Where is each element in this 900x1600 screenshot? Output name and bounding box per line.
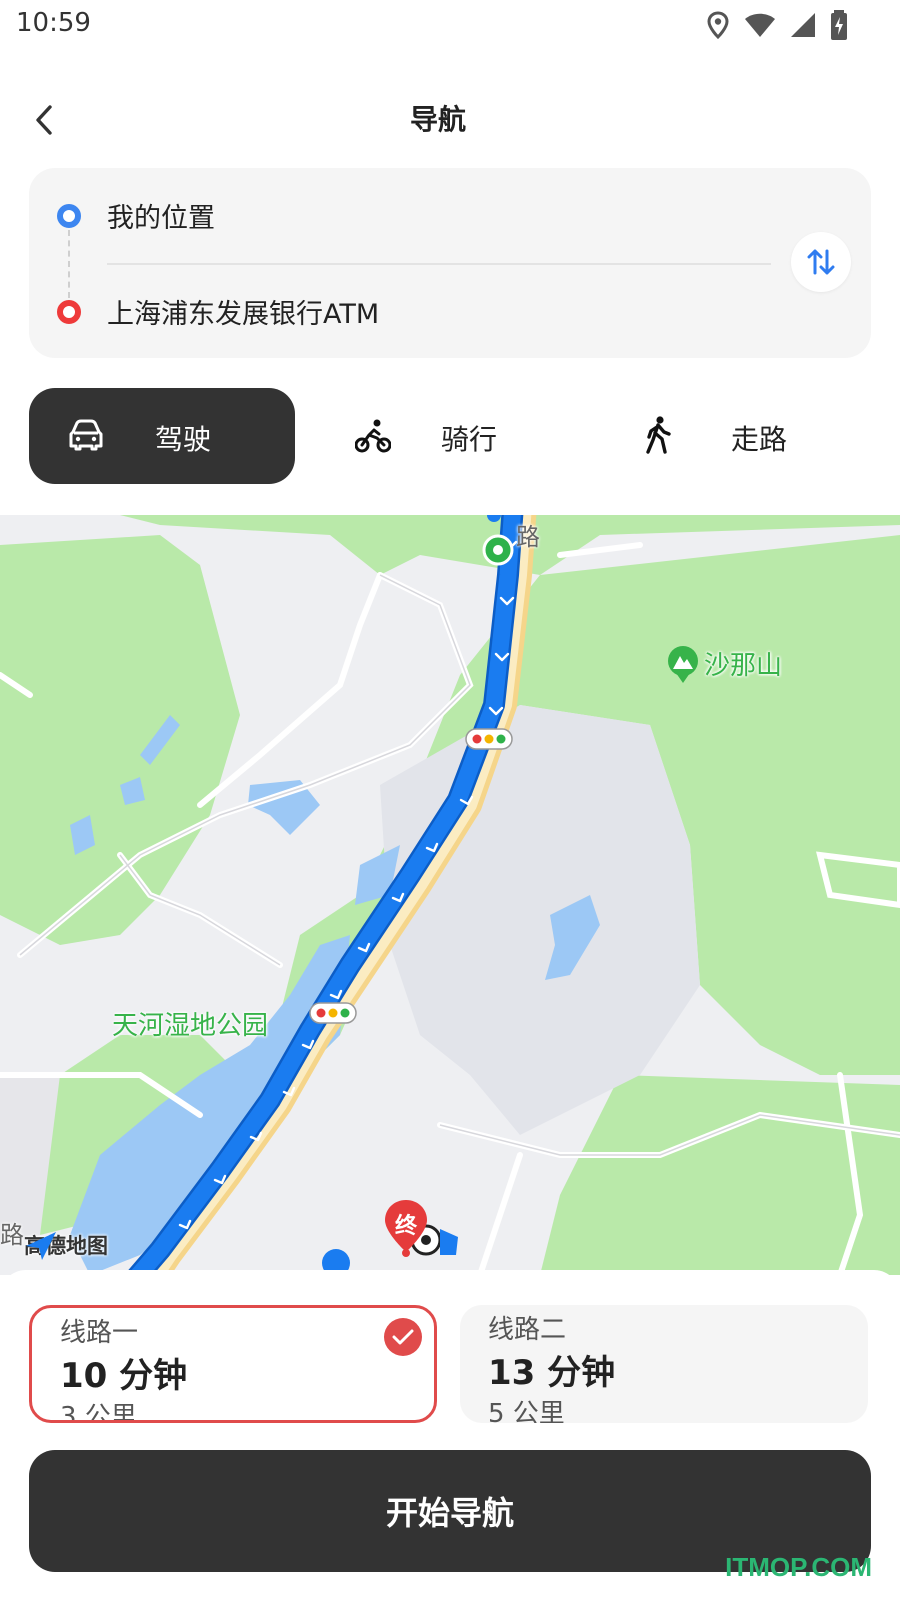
check-icon [384,1318,422,1356]
poi-park-label[interactable]: 天河湿地公园 [112,1005,268,1042]
route-option-name: 线路一 [60,1318,139,1348]
tab-ride-label: 骑行 [441,423,498,456]
route-connector [68,230,70,298]
poi-mountain-label[interactable]: 沙那山 [704,645,782,682]
route-option-distance: 3 公里 [60,1402,137,1423]
walking-icon [646,416,671,454]
destination-field[interactable]: 上海浦东发展银行ATM [107,292,379,331]
road-label-top: 路 [516,523,540,551]
tab-drive[interactable]: 驾驶 [29,388,295,484]
route-divider [107,263,771,265]
status-time: 10:59 [16,8,91,38]
page-title: 导航 [409,103,466,136]
origin-dot-icon [57,204,81,228]
header: 导航 [0,90,900,150]
route-option-distance: 5 公里 [488,1399,565,1423]
navigation-arrow-icon [26,1232,56,1260]
tab-ride[interactable]: 骑行 [355,388,575,484]
signal-icon [791,13,815,37]
route-option-name: 线路二 [488,1315,567,1345]
destination-dot-icon [57,300,81,324]
road-label-left: 路 [0,1221,24,1249]
bicycle-icon [355,419,391,453]
status-icons [706,10,848,40]
route-map[interactable]: 路 路 天河湿地公园 沙那山 终 高德地图 [0,515,900,1275]
amap-logo: 高德地图 [24,1230,108,1260]
end-marker[interactable]: 终 [382,1198,430,1258]
origin-field[interactable]: 我的位置 [107,196,215,235]
route-option-2[interactable]: 线路二 13 分钟 5 公里 [460,1305,868,1423]
car-icon [69,419,103,451]
bottom-panel: 线路一 10 分钟 3 公里 线路二 13 分钟 5 公里 开始导航 [0,1270,900,1600]
end-marker-label: 终 [394,1214,417,1239]
wifi-icon [745,13,775,37]
map-canvas [0,515,900,1275]
route-option-1[interactable]: 线路一 10 分钟 3 公里 [29,1305,437,1423]
tab-drive-label: 驾驶 [155,423,212,456]
route-option-time: 13 分钟 [488,1353,616,1393]
travel-mode-tabs: 驾驶 骑行 走路 [0,380,900,490]
swap-button[interactable] [791,232,851,292]
battery-charging-icon [831,10,847,40]
route-input-card: 我的位置 上海浦东发展银行ATM [29,168,871,358]
watermark: ITMOP.COM [725,1552,872,1582]
tab-walk[interactable]: 走路 [645,388,865,484]
location-icon [707,11,729,39]
tab-walk-label: 走路 [731,423,788,456]
swap-vertical-icon [807,249,835,275]
route-option-time: 10 分钟 [60,1356,188,1396]
status-bar: 10:59 [0,0,900,50]
